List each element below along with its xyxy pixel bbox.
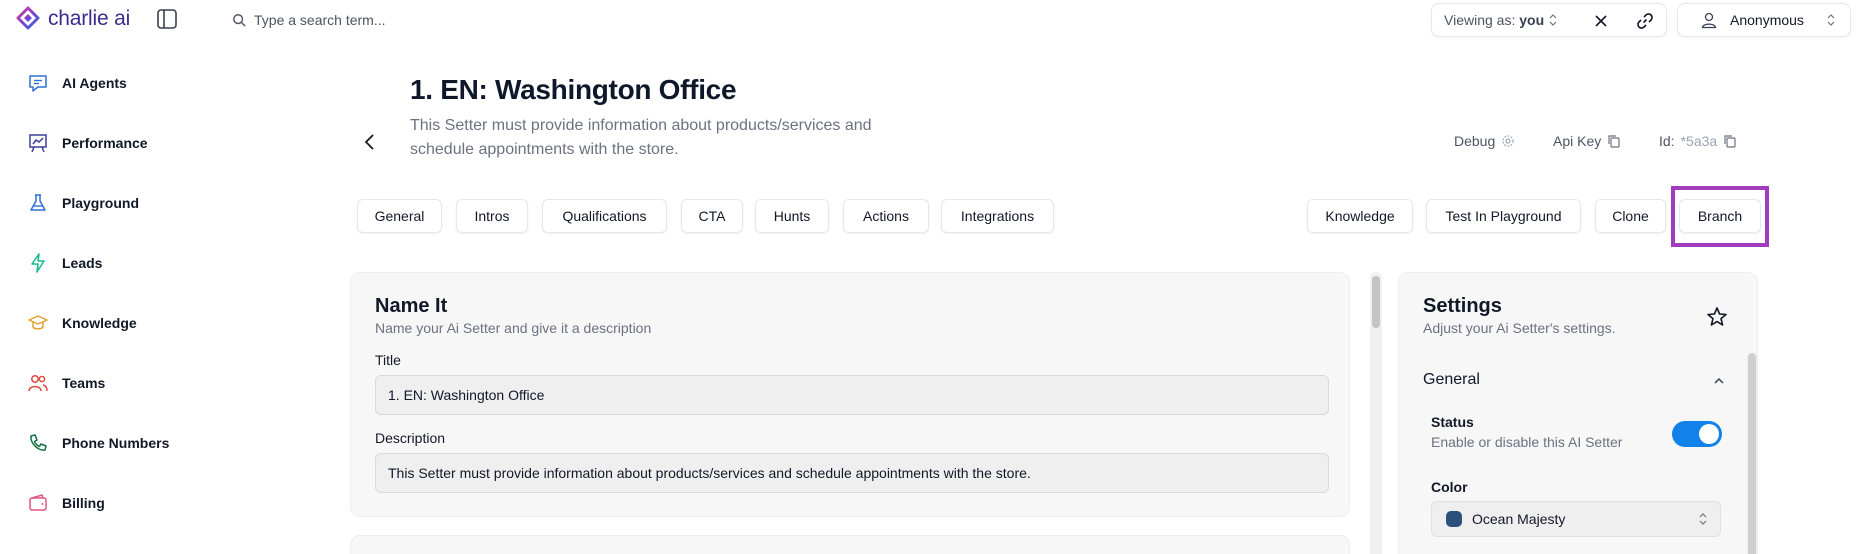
settings-subtitle: Adjust your Ai Setter's settings. (1423, 320, 1616, 336)
clone-button[interactable]: Clone (1595, 199, 1666, 233)
graduation-cap-icon (28, 315, 48, 330)
status-label: Status (1431, 414, 1474, 430)
copy-icon (1724, 135, 1736, 148)
users-icon (28, 375, 48, 392)
close-icon[interactable] (1592, 12, 1610, 30)
api-key-button[interactable]: Api Key (1553, 133, 1620, 149)
tab-general[interactable]: General (357, 199, 442, 233)
user-menu[interactable]: Anonymous (1677, 3, 1851, 37)
description-label: Description (375, 430, 446, 446)
settings-card: Settings Adjust your Ai Setter's setting… (1398, 272, 1758, 554)
chevron-up-down-icon (1827, 14, 1835, 26)
scrollbar-thumb[interactable] (1372, 276, 1380, 328)
sidebar-item-teams[interactable]: Teams (26, 368, 256, 398)
viewing-as-value: you (1519, 12, 1545, 28)
viewing-as-select[interactable]: Viewing as: you (1444, 12, 1544, 28)
main-scrollbar[interactable] (1370, 272, 1382, 554)
search-bar (232, 8, 614, 32)
id-value: *5a3a (1680, 133, 1718, 149)
tab-intros[interactable]: Intros (456, 199, 528, 233)
sidebar-item-billing[interactable]: Billing (26, 488, 256, 518)
settings-scrollbar[interactable] (1747, 353, 1757, 554)
back-chevron-icon[interactable] (360, 132, 380, 152)
viewing-as-prefix: Viewing as: (1444, 12, 1516, 28)
description-input[interactable] (375, 453, 1329, 493)
chat-bubble-icon (29, 75, 47, 92)
search-icon (233, 14, 246, 27)
id-copy-button[interactable]: Id: *5a3a (1659, 133, 1736, 149)
chart-board-icon (29, 134, 47, 153)
toggle-knob (1699, 424, 1719, 444)
name-it-card: Name It Name your Ai Setter and give it … (350, 272, 1350, 517)
status-description: Enable or disable this AI Setter (1431, 434, 1623, 450)
sidebar-item-performance[interactable]: Performance (26, 128, 256, 158)
sidebar-item-knowledge[interactable]: Knowledge (26, 308, 256, 338)
user-name: Anonymous (1730, 12, 1804, 28)
brand-logo[interactable]: charlie ai (14, 4, 130, 34)
debug-button[interactable]: Debug (1454, 133, 1515, 149)
lightning-icon (31, 253, 45, 273)
card-subtitle: Name your Ai Setter and give it a descri… (375, 320, 652, 336)
phone-icon (30, 434, 47, 451)
charlie-logo-icon (16, 6, 40, 30)
brand-name: charlie ai (48, 7, 131, 30)
link-icon[interactable] (1635, 11, 1655, 31)
general-section-header[interactable]: General (1423, 371, 1480, 389)
viewing-as-selector: Viewing as: you (1431, 3, 1667, 37)
sidebar-item-playground[interactable]: Playground (26, 188, 256, 218)
tab-actions[interactable]: Actions (843, 199, 929, 233)
settings-title: Settings (1423, 295, 1502, 317)
color-label: Color (1431, 479, 1468, 495)
chevron-up-icon[interactable] (1711, 373, 1727, 389)
tab-cta[interactable]: CTA (681, 199, 743, 233)
sidebar-toggle-icon[interactable] (156, 8, 178, 30)
tab-hunts[interactable]: Hunts (755, 199, 829, 233)
knowledge-button[interactable]: Knowledge (1307, 199, 1413, 233)
wallet-icon (29, 494, 47, 511)
sidebar-item-phone-numbers[interactable]: Phone Numbers (26, 428, 256, 458)
test-in-playground-button[interactable]: Test In Playground (1426, 199, 1581, 233)
title-input[interactable] (375, 375, 1329, 415)
color-swatch (1446, 511, 1462, 527)
tab-integrations[interactable]: Integrations (941, 199, 1054, 233)
color-value: Ocean Majesty (1472, 511, 1566, 527)
sidebar-nav: AI Agents Performance Playground Leads K… (26, 68, 256, 548)
next-card (350, 535, 1350, 554)
color-select[interactable]: Ocean Majesty (1431, 501, 1721, 537)
chevron-up-down-icon (1699, 513, 1707, 525)
branch-highlight-box (1671, 186, 1769, 247)
copy-icon (1608, 135, 1620, 148)
card-title: Name It (375, 295, 448, 317)
user-icon (1701, 12, 1717, 29)
star-icon[interactable] (1705, 305, 1729, 329)
gear-icon (1502, 135, 1514, 147)
chevron-up-down-icon (1549, 14, 1557, 26)
search-input[interactable] (254, 12, 614, 28)
flask-icon (30, 194, 46, 211)
page-description: This Setter must provide information abo… (410, 117, 872, 158)
tab-qualifications[interactable]: Qualifications (542, 199, 667, 233)
sidebar-item-leads[interactable]: Leads (26, 248, 256, 278)
status-toggle[interactable] (1672, 421, 1722, 447)
sidebar-item-ai-agents[interactable]: AI Agents (26, 68, 256, 98)
title-label: Title (375, 352, 401, 368)
page-title: 1. EN: Washington Office (410, 74, 737, 105)
settings-scrollbar-thumb[interactable] (1748, 353, 1756, 554)
